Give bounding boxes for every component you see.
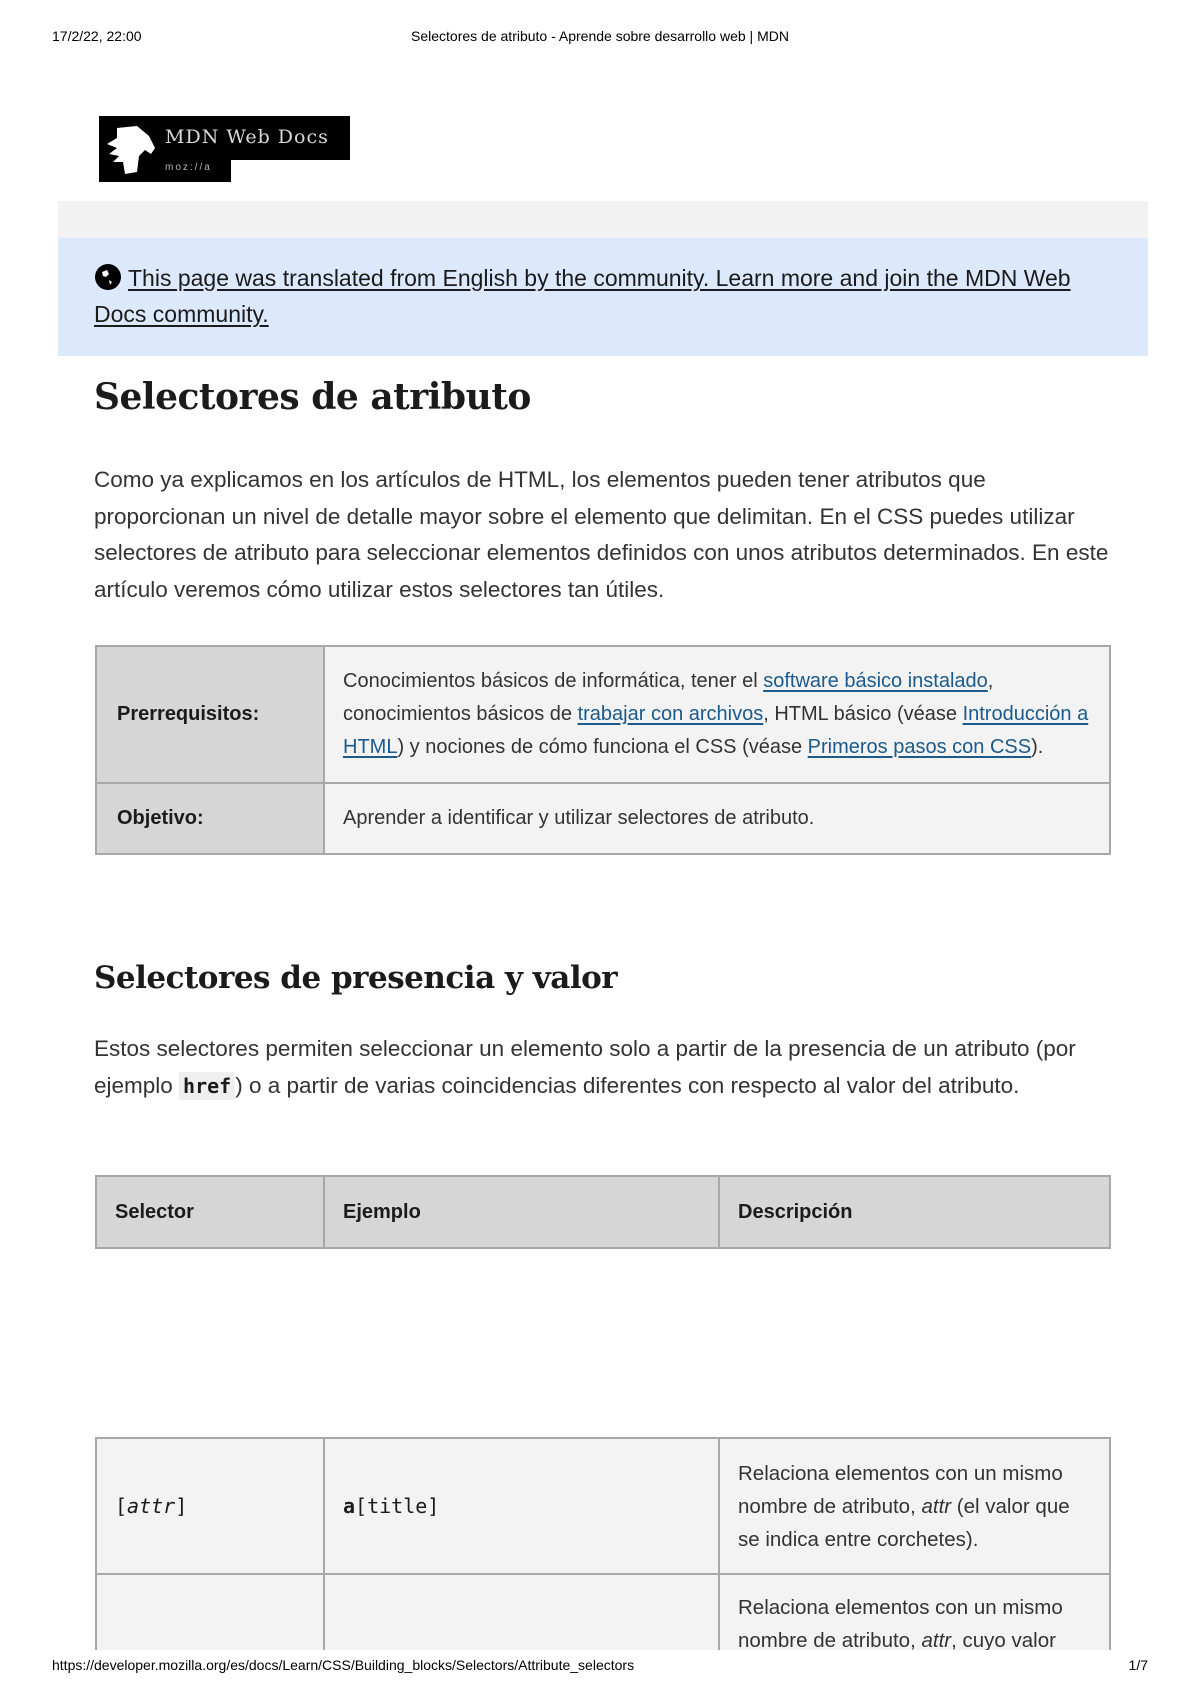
bracket: ]	[175, 1493, 188, 1518]
header-example: Ejemplo	[323, 1175, 720, 1249]
bracket: [	[115, 1493, 128, 1518]
section-paragraph: Estos selectores permiten seleccionar un…	[94, 1031, 1124, 1104]
table-row: [attr] a[title] Relaciona elementos con …	[95, 1437, 1111, 1575]
description-cell: Relaciona elementos con un mismo nombre …	[718, 1437, 1111, 1575]
print-url: https://developer.mozilla.org/es/docs/Le…	[52, 1657, 635, 1673]
desc-em: attr	[921, 1494, 952, 1518]
prerequisites-label: Prerrequisitos:	[95, 645, 325, 784]
example-cell: a[title]	[323, 1437, 720, 1575]
mdn-logo[interactable]: MDN Web Docs moz://a	[99, 116, 350, 182]
print-page-title: Selectores de atributo - Aprende sobre d…	[411, 28, 789, 44]
desc-text: , cuyo valor	[951, 1629, 1056, 1652]
community-translation-link[interactable]: This page was translated from English by…	[94, 265, 1071, 327]
logo-subtext: moz://a	[165, 162, 212, 173]
desc-em: attr	[921, 1629, 952, 1652]
translation-notice: This page was translated from English by…	[58, 238, 1148, 356]
example-code: a[title]	[343, 1494, 439, 1518]
section-heading: Selectores de presencia y valor	[94, 960, 618, 996]
objective-label: Objetivo:	[95, 782, 325, 855]
selector-cell: [attr]	[95, 1437, 325, 1575]
objective-value: Aprender a identificar y utilizar select…	[323, 782, 1111, 855]
globe-icon	[95, 264, 121, 290]
software-link[interactable]: software básico instalado	[763, 670, 988, 692]
para-text: ) o a partir de varias coincidencias dif…	[235, 1072, 1020, 1098]
prereq-text: , HTML básico (véase	[763, 703, 963, 725]
example-attr: [title]	[355, 1493, 440, 1518]
learning-info-table: Prerrequisitos: Conocimientos básicos de…	[95, 645, 1111, 855]
dinosaur-head-icon	[107, 126, 155, 174]
prereq-text: ) y nociones de cómo funciona el CSS (vé…	[397, 736, 808, 758]
prerequisites-row: Prerrequisitos: Conocimientos básicos de…	[95, 645, 1111, 784]
attr-name: attr	[127, 1493, 176, 1518]
css-first-steps-link[interactable]: Primeros pasos con CSS	[808, 736, 1031, 758]
prereq-text: Conocimientos básicos de informática, te…	[343, 670, 764, 692]
intro-paragraph: Como ya explicamos en los artículos de H…	[94, 467, 1109, 602]
print-header: 17/2/22, 22:00 Selectores de atributo - …	[52, 28, 1148, 48]
page-title: Selectores de atributo	[94, 376, 531, 418]
header-band	[58, 201, 1148, 238]
header-selector: Selector	[95, 1175, 325, 1249]
prerequisites-value: Conocimientos básicos de informática, te…	[323, 645, 1111, 784]
files-link[interactable]: trabajar con archivos	[578, 703, 764, 725]
objective-row: Objetivo: Aprender a identificar y utili…	[95, 782, 1111, 855]
inline-code: href	[179, 1071, 236, 1100]
selector-table-header: Selector Ejemplo Descripción	[95, 1175, 1111, 1249]
selector-code: [attr]	[115, 1494, 187, 1518]
header-description: Descripción	[718, 1175, 1111, 1249]
page-number: 1/7	[1128, 1657, 1148, 1673]
logo-text: MDN Web Docs	[165, 126, 329, 148]
prereq-text: ).	[1031, 736, 1044, 758]
example-element: a	[343, 1493, 356, 1518]
